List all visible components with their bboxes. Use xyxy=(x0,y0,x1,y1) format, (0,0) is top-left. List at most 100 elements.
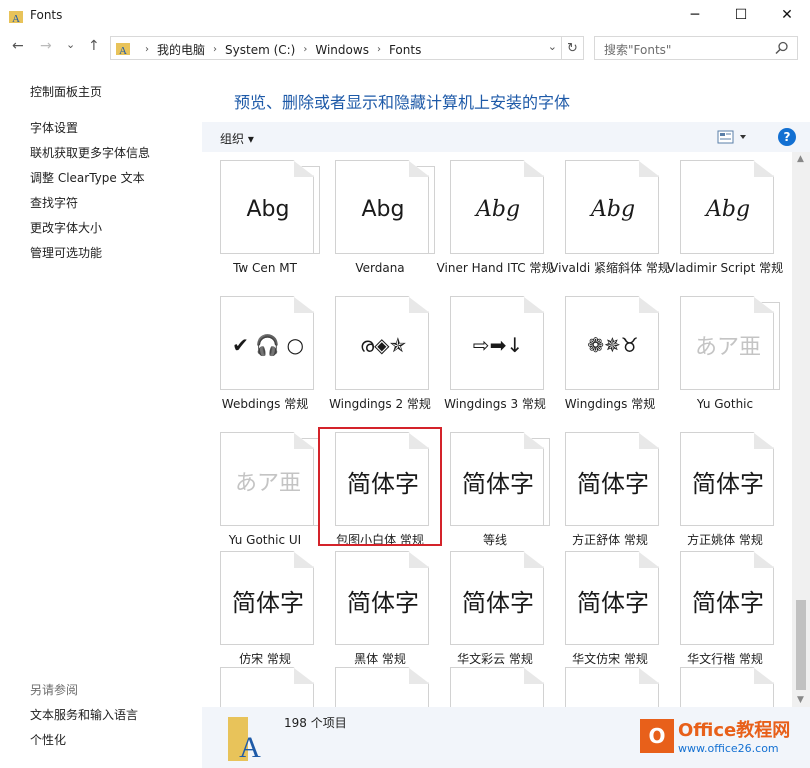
search-icon[interactable] xyxy=(775,41,789,55)
font-file-icon: あア亜 xyxy=(680,296,780,396)
back-arrow-icon[interactable]: ← xyxy=(12,38,24,54)
font-preview-sheet: 简体字 xyxy=(335,551,429,645)
organize-menu-button[interactable]: 组织 ▾ xyxy=(220,130,254,147)
font-file-icon xyxy=(450,667,544,707)
font-file-icon: Abg xyxy=(450,160,544,260)
page-fold xyxy=(639,668,659,684)
page-fold xyxy=(754,552,774,568)
page-fold xyxy=(294,552,314,568)
command-bar: 组织 ▾ ? xyxy=(202,122,810,152)
scroll-up-arrow-icon[interactable]: ▲ xyxy=(797,154,804,164)
font-file-icon: 简体字 xyxy=(450,432,550,532)
refresh-button[interactable]: ↻ xyxy=(562,36,584,60)
recent-locations-chevron-icon[interactable]: ⌄ xyxy=(66,38,75,51)
font-name-label: Tw Cen MT xyxy=(233,261,297,275)
breadcrumb-item[interactable]: 我的电脑 xyxy=(157,41,205,58)
sidebar-link-optional-features[interactable]: 管理可选功能 xyxy=(30,244,102,261)
font-preview-sheet xyxy=(220,667,314,707)
font-preview-sheet: 简体字 xyxy=(680,551,774,645)
font-preview-sheet: 简体字 xyxy=(680,432,774,526)
page-fold xyxy=(639,161,659,177)
font-sample-text: 简体字 xyxy=(577,469,649,498)
scrollbar-thumb[interactable] xyxy=(796,600,806,690)
font-preview-sheet: 简体字 xyxy=(565,432,659,526)
breadcrumb-separator-icon[interactable]: › xyxy=(303,44,307,55)
forward-arrow-icon[interactable]: → xyxy=(40,38,52,54)
font-preview-sheet xyxy=(680,667,774,707)
address-dropdown-chevron-icon[interactable]: ⌄ xyxy=(548,40,557,53)
font-sample-text: 简体字 xyxy=(347,588,419,617)
page-fold xyxy=(754,161,774,177)
font-sample-text: あア亜 xyxy=(694,335,761,360)
sidebar-link-font-size[interactable]: 更改字体大小 xyxy=(30,219,102,236)
font-name-label: Yu Gothic UI xyxy=(228,533,302,547)
font-sample-text: ⇨➡↓ xyxy=(472,333,524,357)
breadcrumb-separator-icon[interactable]: › xyxy=(213,44,217,55)
font-preview-sheet: Abg xyxy=(565,160,659,254)
font-name-label: 仿宋 常规 xyxy=(239,652,291,666)
address-bar[interactable]: A › 我的电脑 › System (C:) › Windows › Fonts… xyxy=(110,36,562,60)
sidebar-link-personalization[interactable]: 个性化 xyxy=(30,731,66,748)
breadcrumb-item[interactable]: Fonts xyxy=(389,43,421,57)
font-preview-sheet xyxy=(565,667,659,707)
svg-text:A: A xyxy=(119,45,127,56)
font-preview-sheet xyxy=(335,667,429,707)
font-sample-text: ❁✵♉ xyxy=(587,333,639,357)
navigation-bar: ← → ⌄ ↑ A › 我的电脑 › System (C:) › Windows… xyxy=(0,32,810,64)
font-sample-text: 简体字 xyxy=(577,588,649,617)
change-view-icon[interactable] xyxy=(717,130,749,144)
breadcrumb-item[interactable]: System (C:) xyxy=(225,43,295,57)
breadcrumb-separator-icon[interactable]: › xyxy=(377,44,381,55)
page-fold xyxy=(754,668,774,684)
font-preview-sheet: Abg xyxy=(335,160,429,254)
font-sample-text: Abg xyxy=(361,196,405,222)
font-sample-text xyxy=(451,694,544,707)
font-name-label: Vladimir Script 常规 xyxy=(666,261,784,275)
maximize-button[interactable]: ☐ xyxy=(718,0,764,30)
font-sample-text: 简体字 xyxy=(462,469,534,498)
font-preview-sheet: Abg xyxy=(680,160,774,254)
sidebar-link-online-fonts[interactable]: 联机获取更多字体信息 xyxy=(30,144,150,161)
breadcrumb-separator-icon[interactable]: › xyxy=(145,44,149,55)
sidebar-link-font-settings[interactable]: 字体设置 xyxy=(30,119,78,136)
font-sample-text: 简体字 xyxy=(462,588,534,617)
font-preview-sheet: Abg xyxy=(220,160,314,254)
control-panel-home-link[interactable]: 控制面板主页 xyxy=(30,83,102,100)
sidebar-link-find-character[interactable]: 查找字符 xyxy=(30,194,78,211)
help-button[interactable]: ? xyxy=(778,128,796,146)
minimize-button[interactable]: ─ xyxy=(672,0,718,30)
search-input[interactable]: 搜索"Fonts" xyxy=(594,36,798,60)
font-sample-text: Abg xyxy=(705,196,751,222)
breadcrumb-item[interactable]: Windows xyxy=(315,43,369,57)
font-file-icon: 简体字 xyxy=(680,551,774,651)
search-placeholder: 搜索"Fonts" xyxy=(604,43,672,57)
sidebar-link-text-services[interactable]: 文本服务和输入语言 xyxy=(30,706,138,723)
font-name-label: 方正舒体 常规 xyxy=(572,533,648,547)
vertical-scrollbar[interactable]: ▲ ▼ xyxy=(792,152,810,707)
page-title: 预览、删除或者显示和隐藏计算机上安装的字体 xyxy=(234,93,571,112)
font-name-label: 方正姚体 常规 xyxy=(687,533,763,547)
scroll-down-arrow-icon[interactable]: ▼ xyxy=(797,695,804,705)
font-sample-text: Abg xyxy=(246,196,290,222)
font-name-label: Wingdings 2 常规 xyxy=(329,397,431,411)
up-arrow-icon[interactable]: ↑ xyxy=(88,38,100,54)
font-name-label: 黑体 常规 xyxy=(354,652,406,666)
page-fold xyxy=(754,433,774,449)
font-file-icon xyxy=(565,667,659,707)
font-sample-text xyxy=(681,694,774,707)
font-preview-sheet: あア亜 xyxy=(680,296,774,390)
font-preview-sheet: Abg xyxy=(450,160,544,254)
font-sample-text: 简体字 xyxy=(232,588,304,617)
font-sample-text xyxy=(221,694,314,707)
page-fold xyxy=(524,668,544,684)
font-sample-text: あア亜 xyxy=(234,471,301,496)
font-file-icon: Abg xyxy=(680,160,774,260)
font-file-icon: Abg xyxy=(220,160,320,260)
font-file-icon: Abg xyxy=(335,160,435,260)
fonts-folder-icon: A xyxy=(116,43,130,56)
font-grid: Abg Tw Cen MT Abg Verdana Abg Viner Hand ITC … xyxy=(202,152,792,707)
font-sample-text xyxy=(566,694,659,707)
close-button[interactable]: ✕ xyxy=(764,0,810,30)
sidebar-link-cleartype[interactable]: 调整 ClearType 文本 xyxy=(30,169,145,186)
item-count: 198 个项目 xyxy=(284,716,347,730)
